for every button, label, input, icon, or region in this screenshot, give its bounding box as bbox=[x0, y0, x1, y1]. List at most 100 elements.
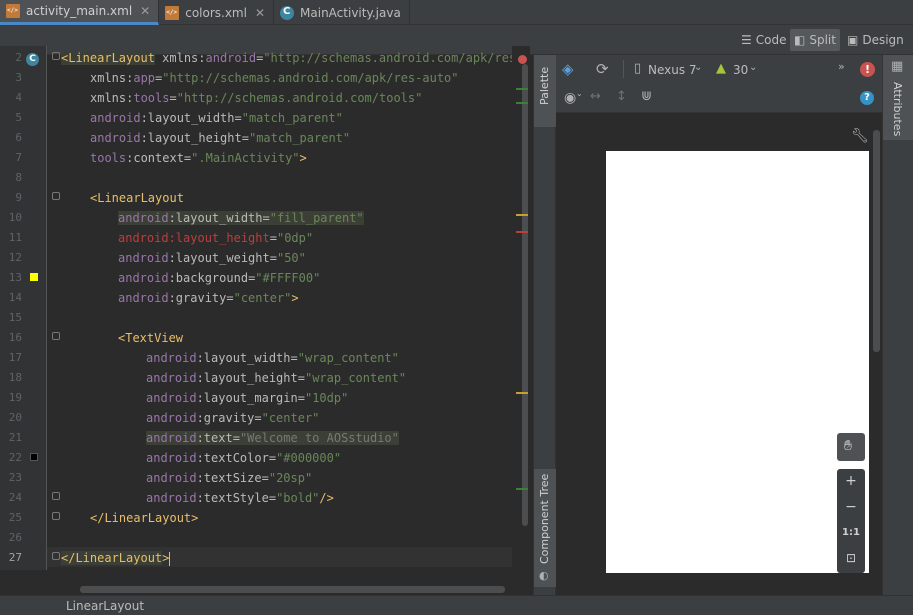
line-number: 16 bbox=[8, 331, 22, 344]
orientation-icon[interactable]: ⟳ bbox=[596, 60, 609, 78]
code-editor[interactable]: <LinearLayout xmlns:android="http://sche… bbox=[47, 46, 521, 570]
chevron-right-icon[interactable]: » bbox=[838, 60, 845, 73]
tag-token: > bbox=[291, 291, 299, 305]
stripe-mark[interactable] bbox=[516, 102, 528, 104]
value-token: "center" bbox=[233, 291, 292, 305]
component-tree-tab[interactable]: Component Tree ◐ bbox=[534, 469, 556, 587]
code-line-12: android:layout_weight="50" bbox=[118, 248, 306, 268]
value-token: "http://schemas.android.com/apk/res/an bbox=[263, 51, 521, 65]
ns-token: android bbox=[118, 291, 169, 305]
line-number: 10 bbox=[8, 211, 22, 224]
attributes-icon: ▦ bbox=[891, 59, 904, 74]
stripe-mark[interactable] bbox=[516, 488, 528, 490]
stripe-mark[interactable] bbox=[516, 214, 528, 216]
error-indicator-icon[interactable] bbox=[518, 55, 527, 64]
attr-token: :gravity bbox=[196, 411, 255, 425]
color-swatch-black[interactable] bbox=[30, 453, 38, 461]
line-number: 17 bbox=[8, 351, 22, 364]
split-mode-button[interactable]: ◧ Split bbox=[790, 29, 840, 51]
tab-main-activity-java[interactable]: MainActivity.java bbox=[274, 0, 410, 25]
value-token: "match_parent" bbox=[248, 131, 351, 145]
ns-token: android bbox=[90, 111, 141, 125]
close-icon[interactable]: ✕ bbox=[140, 4, 150, 18]
tag-token: <TextView bbox=[118, 331, 184, 345]
zoom-to-fit-icon[interactable]: ⊡ bbox=[837, 551, 865, 565]
xml-file-icon bbox=[6, 4, 20, 18]
code-line-10: android:layout_width="fill_parent" bbox=[118, 208, 364, 228]
zoom-actual-size-button[interactable]: 1:1 bbox=[837, 527, 865, 538]
stripe-mark[interactable] bbox=[516, 231, 528, 233]
tab-label: activity_main.xml bbox=[26, 4, 133, 18]
breadcrumb[interactable]: LinearLayout bbox=[66, 599, 144, 613]
stripe-mark[interactable] bbox=[516, 392, 528, 394]
zoom-out-button[interactable]: − bbox=[837, 499, 865, 515]
ns-token: tools bbox=[90, 151, 127, 165]
line-number: 5 bbox=[15, 111, 22, 124]
class-marker-icon[interactable]: C bbox=[26, 53, 39, 66]
horizontal-resize-icon[interactable]: ↔ bbox=[590, 89, 601, 104]
chevron-down-icon[interactable]: ⌄ bbox=[694, 62, 702, 73]
wrench-icon[interactable]: 🔧︎ bbox=[851, 128, 869, 144]
eye-icon[interactable]: ◉ bbox=[564, 90, 576, 106]
layers-icon[interactable]: ◈ bbox=[562, 60, 574, 78]
error-icon[interactable]: ! bbox=[860, 62, 875, 77]
eq-token: = bbox=[268, 491, 277, 505]
eq-token: = bbox=[241, 131, 249, 145]
ns-token: android bbox=[146, 451, 197, 465]
palette-tab[interactable]: Palette bbox=[534, 55, 556, 127]
value-token: "10dp" bbox=[304, 391, 349, 405]
line-number: 26 bbox=[8, 531, 22, 544]
attr-token: :text bbox=[196, 431, 233, 445]
attr-token: :background bbox=[168, 271, 249, 285]
editor-horizontal-scrollbar[interactable] bbox=[80, 586, 505, 593]
eq-token: = bbox=[262, 211, 270, 225]
ns-token: tools bbox=[133, 91, 170, 105]
code-line-21: android:text="Welcome to AOSstudio" bbox=[146, 428, 399, 448]
chevron-down-icon[interactable]: ⌄ bbox=[576, 89, 583, 98]
line-number: 27 bbox=[8, 551, 22, 564]
canvas-vertical-scrollbar[interactable] bbox=[873, 130, 880, 352]
chevron-down-icon[interactable]: ⌄ bbox=[749, 62, 757, 73]
ns-token: android bbox=[118, 231, 169, 245]
code-mode-button[interactable]: ☰ Code bbox=[737, 29, 791, 51]
eq-token: = bbox=[269, 251, 277, 265]
close-icon[interactable]: ✕ bbox=[255, 6, 265, 20]
device-icon[interactable]: ▯ bbox=[634, 61, 641, 76]
line-number: 15 bbox=[8, 311, 22, 324]
palette-label: Palette bbox=[538, 66, 551, 105]
toolbar-separator bbox=[623, 60, 624, 78]
eq-token: = bbox=[297, 391, 305, 405]
tag-token: /> bbox=[319, 491, 334, 505]
ns-token: android bbox=[118, 211, 169, 225]
code-line-7: tools:context=".MainActivity"> bbox=[90, 148, 307, 168]
attr-token: xmlns: bbox=[154, 51, 206, 65]
eq-token: = bbox=[232, 431, 240, 445]
ns-token: android bbox=[146, 471, 197, 485]
tab-colors-xml[interactable]: colors.xml ✕ bbox=[159, 0, 275, 25]
android-icon[interactable]: ▲ bbox=[716, 61, 726, 76]
magnet-icon[interactable]: ⋓ bbox=[641, 89, 652, 104]
line-number: 20 bbox=[8, 411, 22, 424]
java-class-icon bbox=[280, 5, 295, 20]
editor-vertical-scrollbar[interactable] bbox=[522, 64, 528, 526]
line-number: 22 bbox=[8, 451, 22, 464]
help-icon[interactable]: ? bbox=[860, 91, 874, 105]
stripe-mark[interactable] bbox=[516, 88, 528, 90]
attributes-tab[interactable]: ▦ Attributes bbox=[883, 55, 913, 140]
device-selector[interactable]: Nexus 7 bbox=[648, 63, 697, 77]
color-swatch-yellow[interactable] bbox=[30, 273, 38, 281]
vertical-resize-icon[interactable]: ↕ bbox=[616, 89, 627, 104]
pan-button[interactable]: ✋︎ bbox=[837, 433, 865, 461]
ns-token: android bbox=[146, 431, 197, 445]
api-level-selector[interactable]: 30 bbox=[733, 63, 748, 77]
tab-activity-main-xml[interactable]: activity_main.xml ✕ bbox=[0, 0, 160, 25]
attr-token: :layout_width bbox=[140, 111, 235, 125]
design-mode-button[interactable]: ▣ Design bbox=[843, 29, 908, 51]
eq-token: = bbox=[234, 111, 242, 125]
zoom-in-button[interactable]: + bbox=[837, 473, 865, 489]
line-number: 4 bbox=[15, 91, 22, 104]
device-preview-screen[interactable] bbox=[606, 151, 869, 573]
design-side-strip: Palette Component Tree ◐ bbox=[533, 55, 556, 595]
eq-token: = bbox=[169, 91, 177, 105]
code-line-5: android:layout_width="match_parent" bbox=[90, 108, 343, 128]
